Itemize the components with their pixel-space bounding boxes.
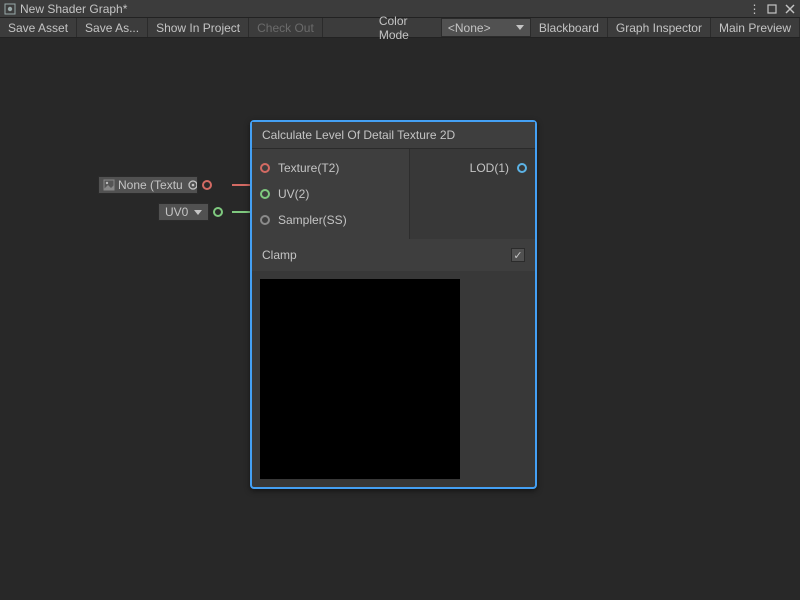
uv-slot-control: UV0 xyxy=(158,203,223,221)
clamp-checkbox[interactable] xyxy=(511,248,525,262)
window-maximize-icon[interactable] xyxy=(766,3,778,15)
blackboard-toggle[interactable]: Blackboard xyxy=(531,18,608,37)
port-dot[interactable] xyxy=(260,189,270,199)
node-controls: Clamp xyxy=(252,239,535,271)
window-close-icon[interactable] xyxy=(784,3,796,15)
uv-channel-value: UV0 xyxy=(165,205,188,219)
check-out-button: Check Out xyxy=(249,18,323,37)
port-dot[interactable] xyxy=(260,215,270,225)
port-label: Texture(T2) xyxy=(278,161,339,175)
input-port-texture[interactable]: Texture(T2) xyxy=(252,155,409,181)
node-outputs: LOD(1) xyxy=(410,149,535,239)
toolbar: Save Asset Save As... Show In Project Ch… xyxy=(0,18,800,38)
output-port-lod[interactable]: LOD(1) xyxy=(410,155,535,181)
graph-canvas[interactable]: None (Textu UV0 Calculate Level Of Detai… xyxy=(0,38,800,600)
graph-inspector-toggle[interactable]: Graph Inspector xyxy=(608,18,711,37)
node-inputs: Texture(T2) UV(2) Sampler(SS) xyxy=(252,149,410,239)
shader-graph-icon xyxy=(4,3,16,15)
port-label: UV(2) xyxy=(278,187,309,201)
save-as-button[interactable]: Save As... xyxy=(77,18,148,37)
texture-object-value: None (Textu xyxy=(118,178,183,192)
window-menu-icon[interactable]: ⋮ xyxy=(748,3,760,15)
chevron-down-icon xyxy=(516,25,524,30)
clamp-label: Clamp xyxy=(262,248,297,262)
texture-external-port[interactable] xyxy=(202,180,212,190)
port-label: LOD(1) xyxy=(470,161,509,175)
node-preview[interactable] xyxy=(260,279,460,479)
color-mode-value: <None> xyxy=(448,21,491,35)
input-port-sampler[interactable]: Sampler(SS) xyxy=(252,207,409,233)
input-port-uv[interactable]: UV(2) xyxy=(252,181,409,207)
main-preview-toggle[interactable]: Main Preview xyxy=(711,18,800,37)
color-mode-dropdown[interactable]: <None> xyxy=(441,18,531,37)
show-in-project-button[interactable]: Show In Project xyxy=(148,18,249,37)
texture-slot-control: None (Textu xyxy=(98,176,212,194)
object-picker-icon[interactable] xyxy=(187,179,198,191)
color-mode-label: Color Mode xyxy=(373,18,441,37)
port-label: Sampler(SS) xyxy=(278,213,347,227)
save-asset-button[interactable]: Save Asset xyxy=(0,18,77,37)
port-dot[interactable] xyxy=(517,163,527,173)
window-title: New Shader Graph* xyxy=(20,2,127,16)
port-dot[interactable] xyxy=(260,163,270,173)
texture2d-icon xyxy=(103,179,115,191)
node-title[interactable]: Calculate Level Of Detail Texture 2D xyxy=(252,122,535,149)
uv-channel-dropdown[interactable]: UV0 xyxy=(158,203,209,221)
texture-object-field[interactable]: None (Textu xyxy=(98,176,198,194)
chevron-down-icon xyxy=(194,210,202,215)
uv-external-port[interactable] xyxy=(213,207,223,217)
node-calculate-lod-texture2d[interactable]: Calculate Level Of Detail Texture 2D Tex… xyxy=(250,120,537,489)
